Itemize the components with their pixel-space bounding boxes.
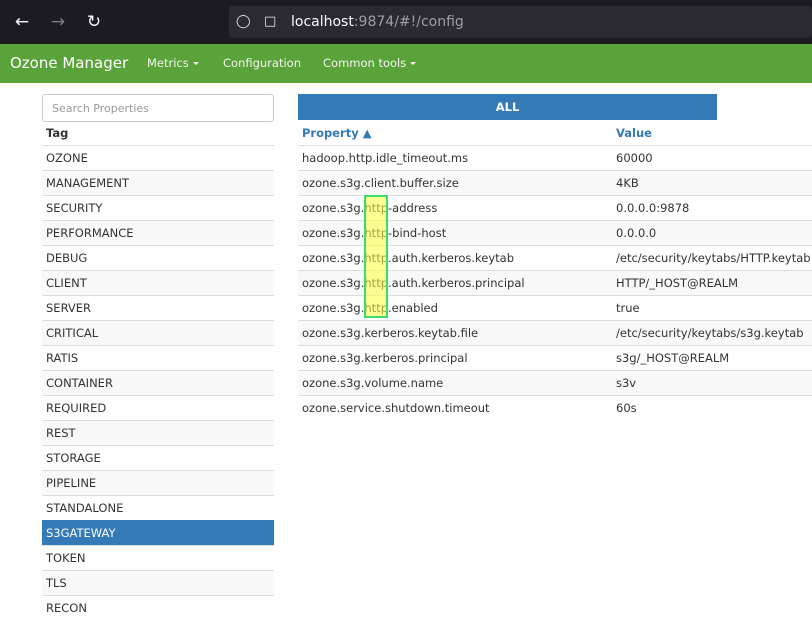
back-arrow-icon[interactable]: ← — [10, 10, 34, 34]
search-highlight-box — [364, 195, 388, 318]
property-value: HTTP/_HOST@REALM — [616, 276, 739, 290]
nav-metrics-dropdown[interactable]: Metrics — [147, 44, 199, 83]
property-value: true — [616, 301, 640, 315]
property-name: ozone.service.shutdown.timeout — [302, 401, 490, 415]
property-value: 0.0.0.0:9878 — [616, 201, 690, 215]
all-tags-button[interactable]: ALL — [298, 94, 717, 120]
tag-item[interactable]: STANDALONE — [42, 495, 274, 520]
tag-column-header: Tag — [46, 126, 69, 140]
property-row: hadoop.http.idle_timeout.ms 60000 — [298, 145, 812, 170]
property-value: 0.0.0.0 — [616, 226, 657, 240]
tag-item[interactable]: REQUIRED — [42, 395, 274, 420]
property-value: 60s — [616, 401, 637, 415]
reload-icon[interactable]: ↻ — [82, 10, 106, 34]
tag-item[interactable]: RECON — [42, 595, 274, 620]
nav-common-tools-label: Common tools — [323, 56, 407, 70]
tag-item[interactable]: SECURITY — [42, 195, 274, 220]
tag-item[interactable]: PERFORMANCE — [42, 220, 274, 245]
caret-down-icon — [410, 62, 417, 65]
tag-item[interactable]: S3GATEWAY — [42, 520, 274, 545]
tag-list: OZONE MANAGEMENT SECURITY PERFORMANCE DEBUG C… — [42, 145, 274, 620]
tag-item[interactable]: DEBUG — [42, 245, 274, 270]
address-bar[interactable]: ◯ □ localhost:9874/#!/config — [229, 6, 812, 38]
brand-link[interactable]: Ozone Manager — [10, 44, 128, 83]
property-value: 60000 — [616, 151, 653, 165]
property-value: /etc/security/keytabs/HTTP.keytab — [616, 251, 811, 265]
property-row: ozone.s3g.client.buffer.size 4KB — [298, 170, 812, 195]
property-name: hadoop.http.idle_timeout.ms — [302, 151, 469, 165]
nav-metrics-label: Metrics — [147, 56, 189, 70]
property-name: ozone.s3g.client.buffer.size — [302, 176, 459, 190]
forward-arrow-icon[interactable]: → — [46, 10, 70, 34]
property-value: s3v — [616, 376, 637, 390]
url-text[interactable]: localhost:9874/#!/config — [291, 6, 464, 38]
value-column-header[interactable]: Value — [616, 123, 652, 143]
tag-item[interactable]: SERVER — [42, 295, 274, 320]
property-value: s3g/_HOST@REALM — [616, 351, 730, 365]
nav-configuration[interactable]: Configuration — [223, 44, 301, 83]
property-value: 4KB — [616, 176, 639, 190]
tag-item[interactable]: CLIENT — [42, 270, 274, 295]
url-path: :9874/#!/config — [353, 14, 464, 30]
tag-item[interactable]: TLS — [42, 570, 274, 595]
caret-down-icon — [192, 62, 199, 65]
shield-icon[interactable]: ◯ — [236, 6, 251, 38]
tag-item[interactable]: CONTAINER — [42, 370, 274, 395]
property-value: /etc/security/keytabs/s3g.keytab — [616, 326, 804, 340]
search-properties-input[interactable] — [42, 94, 274, 122]
tag-item[interactable]: CRITICAL — [42, 320, 274, 345]
tag-item[interactable]: REST — [42, 420, 274, 445]
tag-item[interactable]: MANAGEMENT — [42, 170, 274, 195]
tag-item[interactable]: PIPELINE — [42, 470, 274, 495]
tag-item[interactable]: RATIS — [42, 345, 274, 370]
property-name: ozone.s3g.volume.name — [302, 376, 444, 390]
property-name: ozone.s3g.kerberos.principal — [302, 351, 468, 365]
property-name: ozone.s3g.http.auth.kerberos.keytab — [302, 251, 515, 265]
tag-item[interactable]: STORAGE — [42, 445, 274, 470]
tag-item[interactable]: OZONE — [42, 145, 274, 170]
browser-toolbar: ← → ↻ ◯ □ localhost:9874/#!/config — [0, 0, 812, 44]
tag-item[interactable]: TOKEN — [42, 545, 274, 570]
app-navbar: Ozone Manager Metrics Configuration Comm… — [0, 44, 812, 83]
property-column-header[interactable]: Property ▲ — [302, 123, 372, 143]
page-icon[interactable]: □ — [264, 6, 276, 38]
property-name: ozone.s3g.kerberos.keytab.file — [302, 326, 479, 340]
property-row: ozone.s3g.volume.name s3v — [298, 370, 812, 395]
nav-common-tools-dropdown[interactable]: Common tools — [323, 44, 417, 83]
property-row: ozone.service.shutdown.timeout 60s — [298, 395, 812, 420]
property-row: ozone.s3g.kerberos.keytab.file/etc/secur… — [298, 320, 812, 345]
property-name: ozone.s3g.http.auth.kerberos.principal — [302, 276, 525, 290]
property-row: ozone.s3g.kerberos.principal s3g/_HOST@RE… — [298, 345, 812, 370]
url-host: localhost — [291, 14, 354, 30]
